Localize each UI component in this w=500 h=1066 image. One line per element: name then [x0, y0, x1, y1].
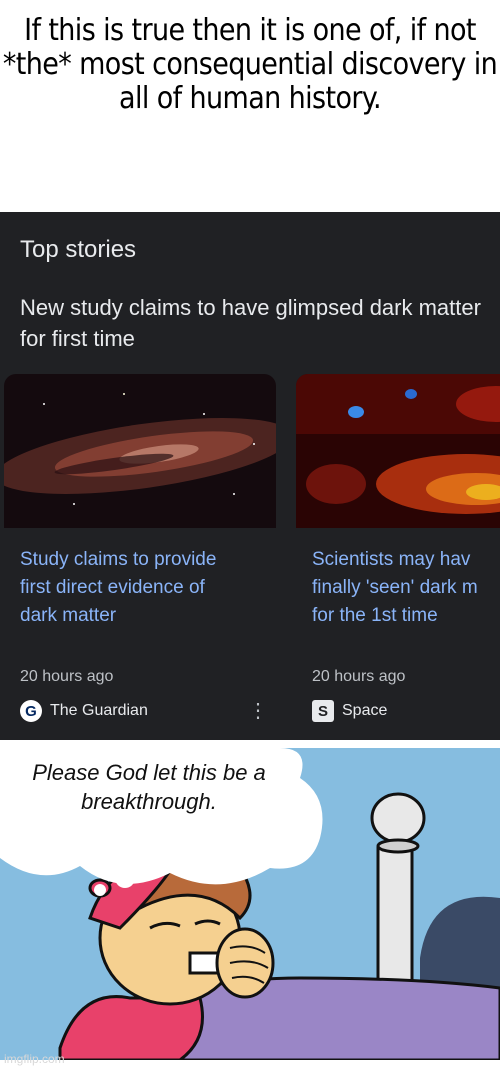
imgflip-watermark: imgflip.com [4, 1052, 65, 1066]
card-title[interactable]: Study claims to provide first direct evi… [20, 546, 320, 630]
speech-bubble-text: Please God let this be a breakthrough. [32, 760, 266, 814]
dark-matter-map-thumbnail[interactable] [296, 374, 500, 528]
card-source[interactable]: S Space [312, 700, 387, 722]
more-options-icon[interactable]: ⋮ [248, 698, 268, 723]
guardian-logo-icon: G [20, 700, 42, 722]
source-name: The Guardian [50, 702, 148, 719]
comic-panel: Please God let this be a breakthrough. [0, 748, 500, 1060]
story-headline[interactable]: New study claims to have glimpsed dark m… [20, 292, 490, 354]
news-card-space[interactable]: Scientists may hav finally 'seen' dark m… [296, 374, 500, 728]
top-stories-panel: Top stories New study claims to have gli… [0, 212, 500, 740]
meme-caption: If this is true then it is one of, if no… [2, 13, 498, 116]
source-name: Space [342, 702, 388, 719]
card-title[interactable]: Scientists may hav finally 'seen' dark m… [312, 546, 500, 630]
milky-way-thumbnail[interactable] [4, 374, 276, 528]
news-card-guardian[interactable]: Study claims to provide first direct evi… [4, 374, 276, 728]
top-stories-title: Top stories [20, 236, 137, 263]
card-timestamp: 20 hours ago [312, 668, 406, 685]
space-logo-icon: S [312, 700, 334, 722]
card-timestamp: 20 hours ago [20, 668, 114, 685]
card-source[interactable]: G The Guardian [20, 700, 148, 722]
